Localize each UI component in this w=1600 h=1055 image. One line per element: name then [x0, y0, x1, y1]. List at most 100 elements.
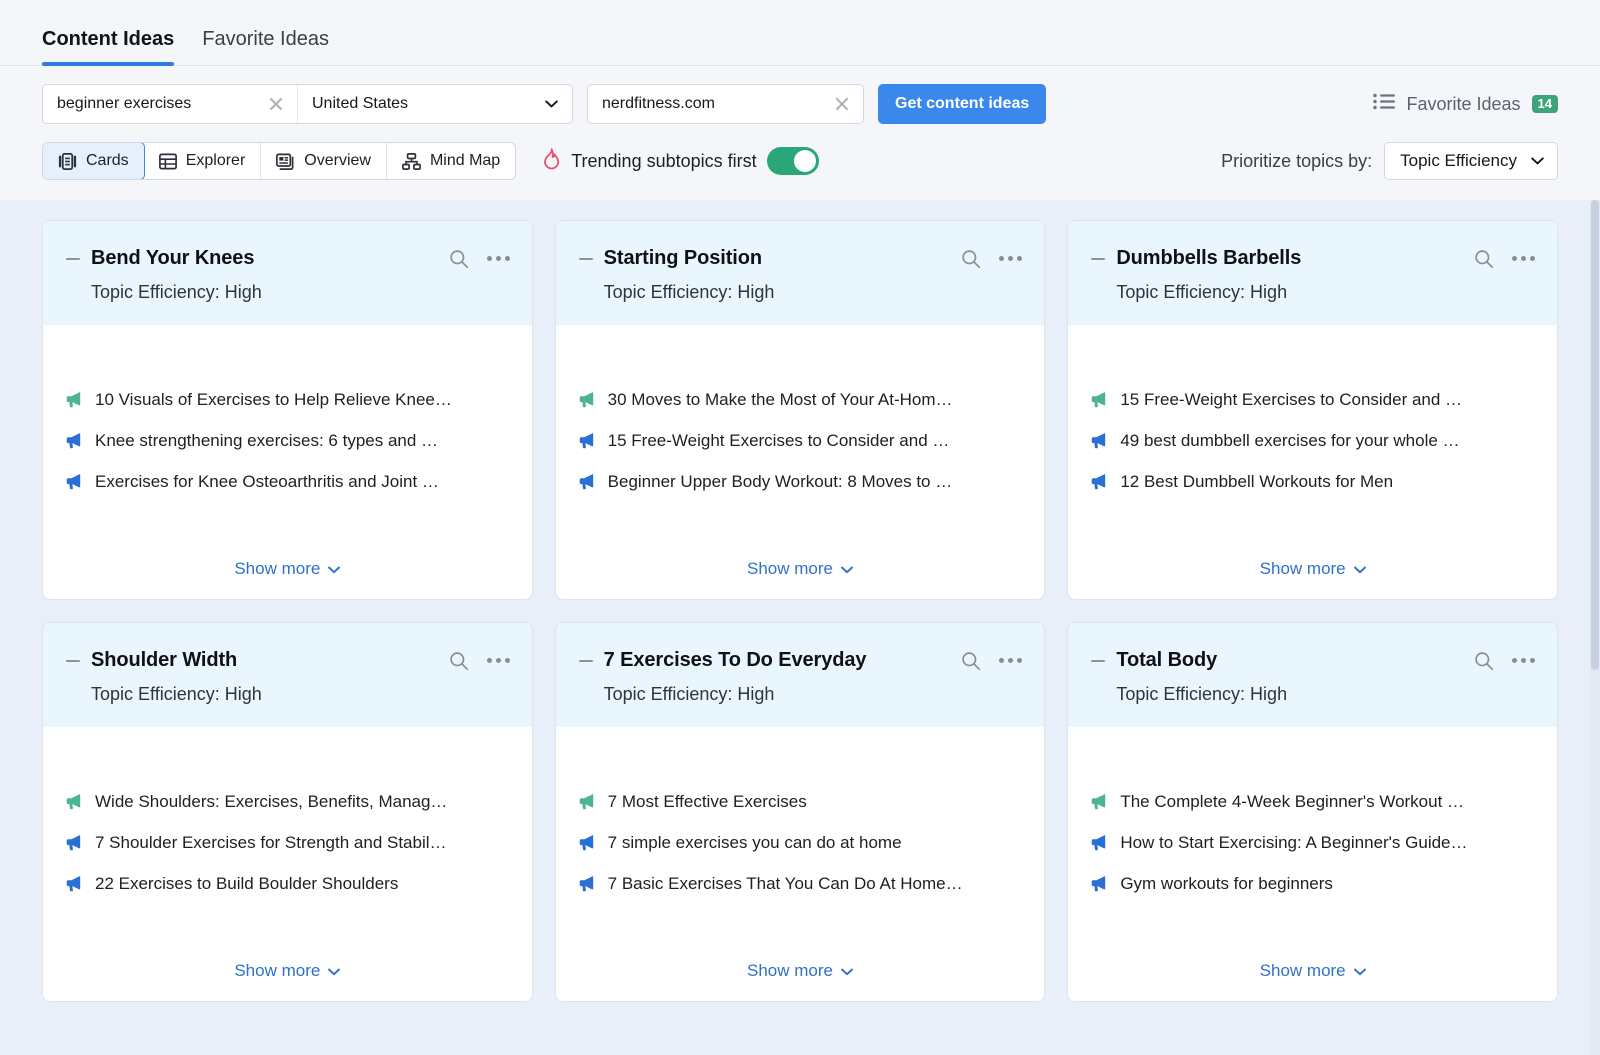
- show-more-label: Show more: [1260, 559, 1346, 579]
- minus-icon[interactable]: [578, 251, 594, 267]
- megaphone-icon: [578, 792, 597, 811]
- view-mode-mind-map[interactable]: Mind Map: [387, 143, 515, 179]
- idea-card: Starting PositionTopic Efficiency: High3…: [555, 220, 1046, 600]
- ellipsis-icon[interactable]: [999, 256, 1022, 261]
- keyword-input[interactable]: beginner exercises: [43, 85, 298, 123]
- megaphone-icon: [578, 874, 597, 893]
- domain-input[interactable]: nerdfitness.com: [587, 84, 864, 124]
- idea-title: 7 simple exercises you can do at home: [608, 833, 902, 853]
- trending-subtopics-switch[interactable]: [767, 147, 819, 175]
- view-mode-explorer[interactable]: Explorer: [144, 143, 262, 179]
- megaphone-icon: [1090, 390, 1109, 409]
- show-more-button[interactable]: Show more: [1260, 961, 1366, 981]
- minus-icon[interactable]: [578, 653, 594, 669]
- prioritize-topics-label: Prioritize topics by:: [1221, 151, 1372, 172]
- idea-list-item[interactable]: How to Start Exercising: A Beginner's Gu…: [1090, 822, 1535, 863]
- prioritize-topics-select[interactable]: Topic Efficiency: [1384, 142, 1558, 180]
- ellipsis-icon[interactable]: [487, 256, 510, 261]
- minus-icon[interactable]: [1090, 653, 1106, 669]
- card-body: 10 Visuals of Exercises to Help Relieve …: [43, 325, 532, 559]
- search-icon[interactable]: [1474, 249, 1494, 269]
- card-subtitle: Topic Efficiency: High: [1090, 684, 1535, 705]
- ellipsis-icon[interactable]: [487, 658, 510, 663]
- search-icon[interactable]: [1474, 651, 1494, 671]
- idea-list-item[interactable]: 30 Moves to Make the Most of Your At-Hom…: [578, 379, 1023, 420]
- show-more-label: Show more: [1260, 961, 1346, 981]
- show-more-button[interactable]: Show more: [234, 961, 340, 981]
- idea-list-item[interactable]: The Complete 4-Week Beginner's Workout …: [1090, 781, 1535, 822]
- view-mode-cards[interactable]: Cards: [42, 142, 145, 180]
- idea-title: Gym workouts for beginners: [1120, 874, 1333, 894]
- idea-list-item[interactable]: 7 Most Effective Exercises: [578, 781, 1023, 822]
- close-icon[interactable]: [833, 95, 851, 113]
- idea-list-item[interactable]: Wide Shoulders: Exercises, Benefits, Man…: [65, 781, 510, 822]
- ellipsis-icon[interactable]: [1512, 658, 1535, 663]
- idea-title: 7 Basic Exercises That You Can Do At Hom…: [608, 874, 963, 894]
- idea-title: Beginner Upper Body Workout: 8 Moves to …: [608, 472, 953, 492]
- idea-list-item[interactable]: 7 simple exercises you can do at home: [578, 822, 1023, 863]
- search-icon[interactable]: [961, 651, 981, 671]
- card-subtitle: Topic Efficiency: High: [65, 684, 510, 705]
- idea-list-item[interactable]: 7 Shoulder Exercises for Strength and St…: [65, 822, 510, 863]
- ellipsis-icon[interactable]: [1512, 256, 1535, 261]
- search-row: beginner exercises United States nerdfit…: [42, 84, 1558, 124]
- card-header: Dumbbells BarbellsTopic Efficiency: High: [1068, 221, 1557, 325]
- idea-title: Knee strengthening exercises: 6 types an…: [95, 431, 438, 451]
- scrollbar-thumb[interactable]: [1591, 200, 1599, 670]
- show-more-button[interactable]: Show more: [747, 559, 853, 579]
- idea-list-item[interactable]: Beginner Upper Body Workout: 8 Moves to …: [578, 461, 1023, 502]
- trending-subtopics-label: Trending subtopics first: [571, 151, 756, 172]
- show-more-button[interactable]: Show more: [1260, 559, 1366, 579]
- view-mode-cards-label: Cards: [86, 152, 129, 170]
- megaphone-icon: [65, 833, 84, 852]
- megaphone-icon: [578, 390, 597, 409]
- chevron-down-icon: [1354, 961, 1366, 981]
- idea-list-item[interactable]: 15 Free-Weight Exercises to Consider and…: [578, 420, 1023, 461]
- card-header: Shoulder WidthTopic Efficiency: High: [43, 623, 532, 727]
- view-mode-overview[interactable]: Overview: [261, 143, 387, 179]
- table-icon: [159, 153, 177, 170]
- idea-list-item[interactable]: Knee strengthening exercises: 6 types an…: [65, 420, 510, 461]
- idea-list-item[interactable]: 22 Exercises to Build Boulder Shoulders: [65, 863, 510, 904]
- show-more-button[interactable]: Show more: [234, 559, 340, 579]
- card-title: Dumbbells Barbells: [1116, 247, 1464, 270]
- idea-list-item[interactable]: 12 Best Dumbbell Workouts for Men: [1090, 461, 1535, 502]
- show-more-label: Show more: [234, 961, 320, 981]
- search-icon[interactable]: [961, 249, 981, 269]
- idea-title: 7 Shoulder Exercises for Strength and St…: [95, 833, 447, 853]
- idea-list-item[interactable]: Gym workouts for beginners: [1090, 863, 1535, 904]
- card-header-actions: [961, 249, 1022, 269]
- idea-list-item[interactable]: 10 Visuals of Exercises to Help Relieve …: [65, 379, 510, 420]
- trending-subtopics-toggle-group: Trending subtopics first: [542, 147, 818, 175]
- view-mode-overview-label: Overview: [304, 152, 371, 170]
- idea-title: Exercises for Knee Osteoarthritis and Jo…: [95, 472, 439, 492]
- idea-list-item[interactable]: Exercises for Knee Osteoarthritis and Jo…: [65, 461, 510, 502]
- megaphone-icon: [1090, 431, 1109, 450]
- idea-list-item[interactable]: 15 Free-Weight Exercises to Consider and…: [1090, 379, 1535, 420]
- search-icon[interactable]: [449, 249, 469, 269]
- idea-card: Dumbbells BarbellsTopic Efficiency: High…: [1067, 220, 1558, 600]
- search-icon[interactable]: [449, 651, 469, 671]
- idea-list-item[interactable]: 7 Basic Exercises That You Can Do At Hom…: [578, 863, 1023, 904]
- minus-icon[interactable]: [65, 653, 81, 669]
- country-select[interactable]: United States: [298, 85, 572, 123]
- ellipsis-icon[interactable]: [999, 658, 1022, 663]
- close-icon[interactable]: [267, 95, 285, 113]
- idea-title: 49 best dumbbell exercises for your whol…: [1120, 431, 1459, 451]
- megaphone-icon: [1090, 472, 1109, 491]
- tab-content-ideas[interactable]: Content Ideas: [42, 29, 174, 65]
- vertical-scrollbar[interactable]: [1590, 200, 1600, 1055]
- country-value: United States: [312, 95, 545, 113]
- idea-title: 15 Free-Weight Exercises to Consider and…: [1120, 390, 1462, 410]
- idea-list-item[interactable]: 49 best dumbbell exercises for your whol…: [1090, 420, 1535, 461]
- minus-icon[interactable]: [1090, 251, 1106, 267]
- favorite-ideas-link[interactable]: Favorite Ideas 14: [1373, 93, 1558, 115]
- minus-icon[interactable]: [65, 251, 81, 267]
- get-content-ideas-button[interactable]: Get content ideas: [878, 84, 1046, 124]
- tab-favorite-ideas[interactable]: Favorite Ideas: [202, 29, 329, 65]
- card-footer: Show more: [43, 559, 532, 599]
- show-more-button[interactable]: Show more: [747, 961, 853, 981]
- card-body: 7 Most Effective Exercises 7 simple exerc…: [556, 727, 1045, 961]
- card-body: Wide Shoulders: Exercises, Benefits, Man…: [43, 727, 532, 961]
- megaphone-icon: [1090, 874, 1109, 893]
